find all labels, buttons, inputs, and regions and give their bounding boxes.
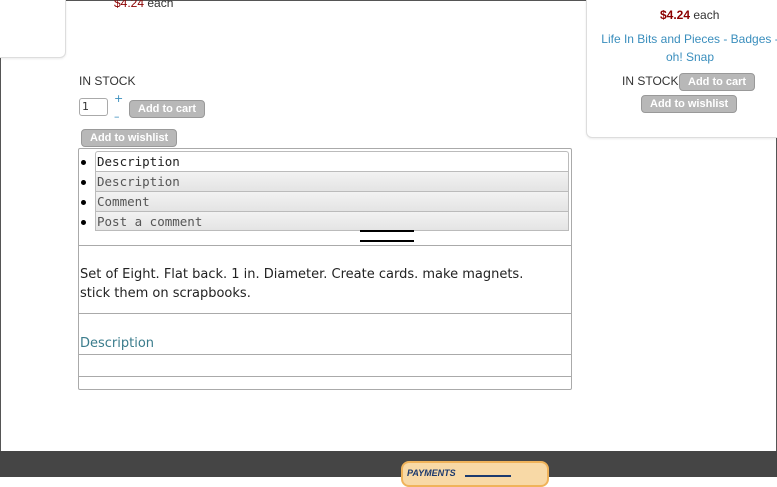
description-link[interactable]: Description [80,336,154,351]
bullet-icon [81,220,86,225]
price-unit: each [693,8,720,22]
tab-label: Description [97,154,180,169]
tab-label: Post a comment [97,214,203,229]
price-amount: $4.24 [660,8,691,22]
page-footer [0,451,777,477]
related-product-stock: IN STOCK [622,74,679,88]
quantity-decrease-icon[interactable]: – [114,111,120,122]
price-amount: $4.24 [114,0,145,10]
tab-label: Description [97,174,180,189]
panel-divider [79,354,571,355]
related-product-title-link[interactable]: Life In Bits and Pieces - Badges - oh! S… [600,30,777,66]
panel-divider [79,245,571,246]
product-description-text: Set of Eight. Flat back. 1 in. Diameter.… [80,267,524,301]
tab-label: Comment [97,194,150,209]
panel-divider [79,376,571,377]
add-to-wishlist-button[interactable]: Add to wishlist [81,129,178,147]
bullet-icon [81,180,86,185]
related-add-to-wishlist-button[interactable]: Add to wishlist [641,95,738,113]
quantity-input[interactable]: 1 [79,98,108,116]
payments-badge: PAYMENTS [401,461,549,487]
tab-indicator [360,228,414,242]
tab-description[interactable]: Description [81,151,569,171]
bullet-icon [81,160,86,165]
product-price-top: $4.24 each [114,0,173,10]
product-card-left [0,0,66,58]
panel-divider [79,313,571,314]
related-product-price: $4.24 each [660,8,719,22]
tab-list: Description Description Comment Post a c… [81,151,569,231]
bullet-icon [81,200,86,205]
related-add-to-cart-button[interactable]: Add to cart [679,73,756,91]
price-unit: each [147,0,174,10]
tab-description-2[interactable]: Description [81,171,569,191]
tab-comment[interactable]: Comment [81,191,569,211]
quantity-increase-icon[interactable]: + [114,93,123,104]
add-to-cart-button[interactable]: Add to cart [129,100,206,118]
tab-post-comment[interactable]: Post a comment [81,211,569,231]
stock-status: IN STOCK [79,74,136,88]
